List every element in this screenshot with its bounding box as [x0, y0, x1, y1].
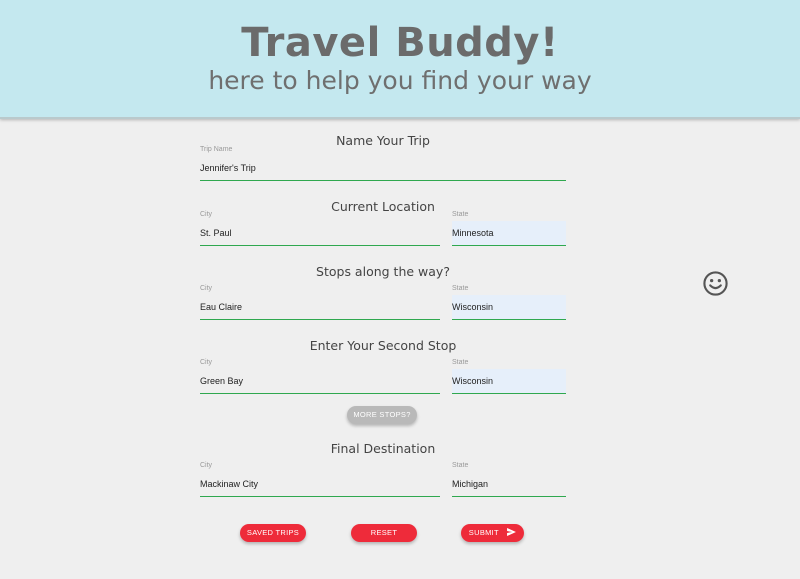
first-stop-city-field: City: [200, 285, 440, 320]
final-state-label: State: [452, 462, 469, 469]
app-subtitle: here to help you find your way: [208, 66, 592, 95]
trip-name-field: Trip Name: [200, 146, 566, 181]
current-city-input[interactable]: [200, 221, 440, 246]
first-stop-city-label: City: [200, 285, 213, 292]
second-stop-state-label: State: [452, 359, 469, 366]
trip-name-label: Trip Name: [200, 146, 233, 153]
send-icon: [507, 528, 517, 536]
submit-button[interactable]: SUBMIT: [461, 524, 524, 542]
submit-button-label: SUBMIT: [468, 528, 499, 537]
current-state-field: State: [452, 211, 566, 246]
trip-name-input[interactable]: [200, 156, 566, 181]
second-stop-city-field: City: [200, 359, 440, 394]
saved-trips-button[interactable]: SAVED TRIPS: [240, 524, 306, 542]
final-state-field: State: [452, 462, 566, 497]
final-state-input[interactable]: [452, 472, 566, 497]
reset-button[interactable]: RESET: [351, 524, 417, 542]
final-city-input[interactable]: [200, 472, 440, 497]
second-stop-heading: Enter Your Second Stop: [309, 338, 457, 353]
first-stop-state-label: State: [452, 285, 469, 292]
current-city-field: City: [200, 211, 440, 246]
second-stop-city-label: City: [200, 359, 213, 366]
app-title: Travel Buddy!: [241, 20, 559, 66]
first-stop-heading: Stops along the way?: [316, 264, 450, 279]
smiley-face-icon[interactable]: [702, 270, 729, 297]
current-city-label: City: [200, 211, 213, 218]
current-state-input[interactable]: [452, 221, 566, 246]
current-state-label: State: [452, 211, 469, 218]
final-city-field: City: [200, 462, 440, 497]
first-stop-city-input[interactable]: [200, 295, 440, 320]
second-stop-city-input[interactable]: [200, 369, 440, 394]
first-stop-state-field: State: [452, 285, 566, 320]
second-stop-state-input[interactable]: [452, 369, 566, 394]
second-stop-state-field: State: [452, 359, 566, 394]
more-stops-button[interactable]: MORE STOPS?: [347, 406, 417, 424]
final-city-label: City: [200, 462, 213, 469]
app-header: Travel Buddy! here to help you find your…: [0, 0, 800, 119]
final-destination-heading: Final Destination: [330, 441, 436, 456]
first-stop-state-input[interactable]: [452, 295, 566, 320]
